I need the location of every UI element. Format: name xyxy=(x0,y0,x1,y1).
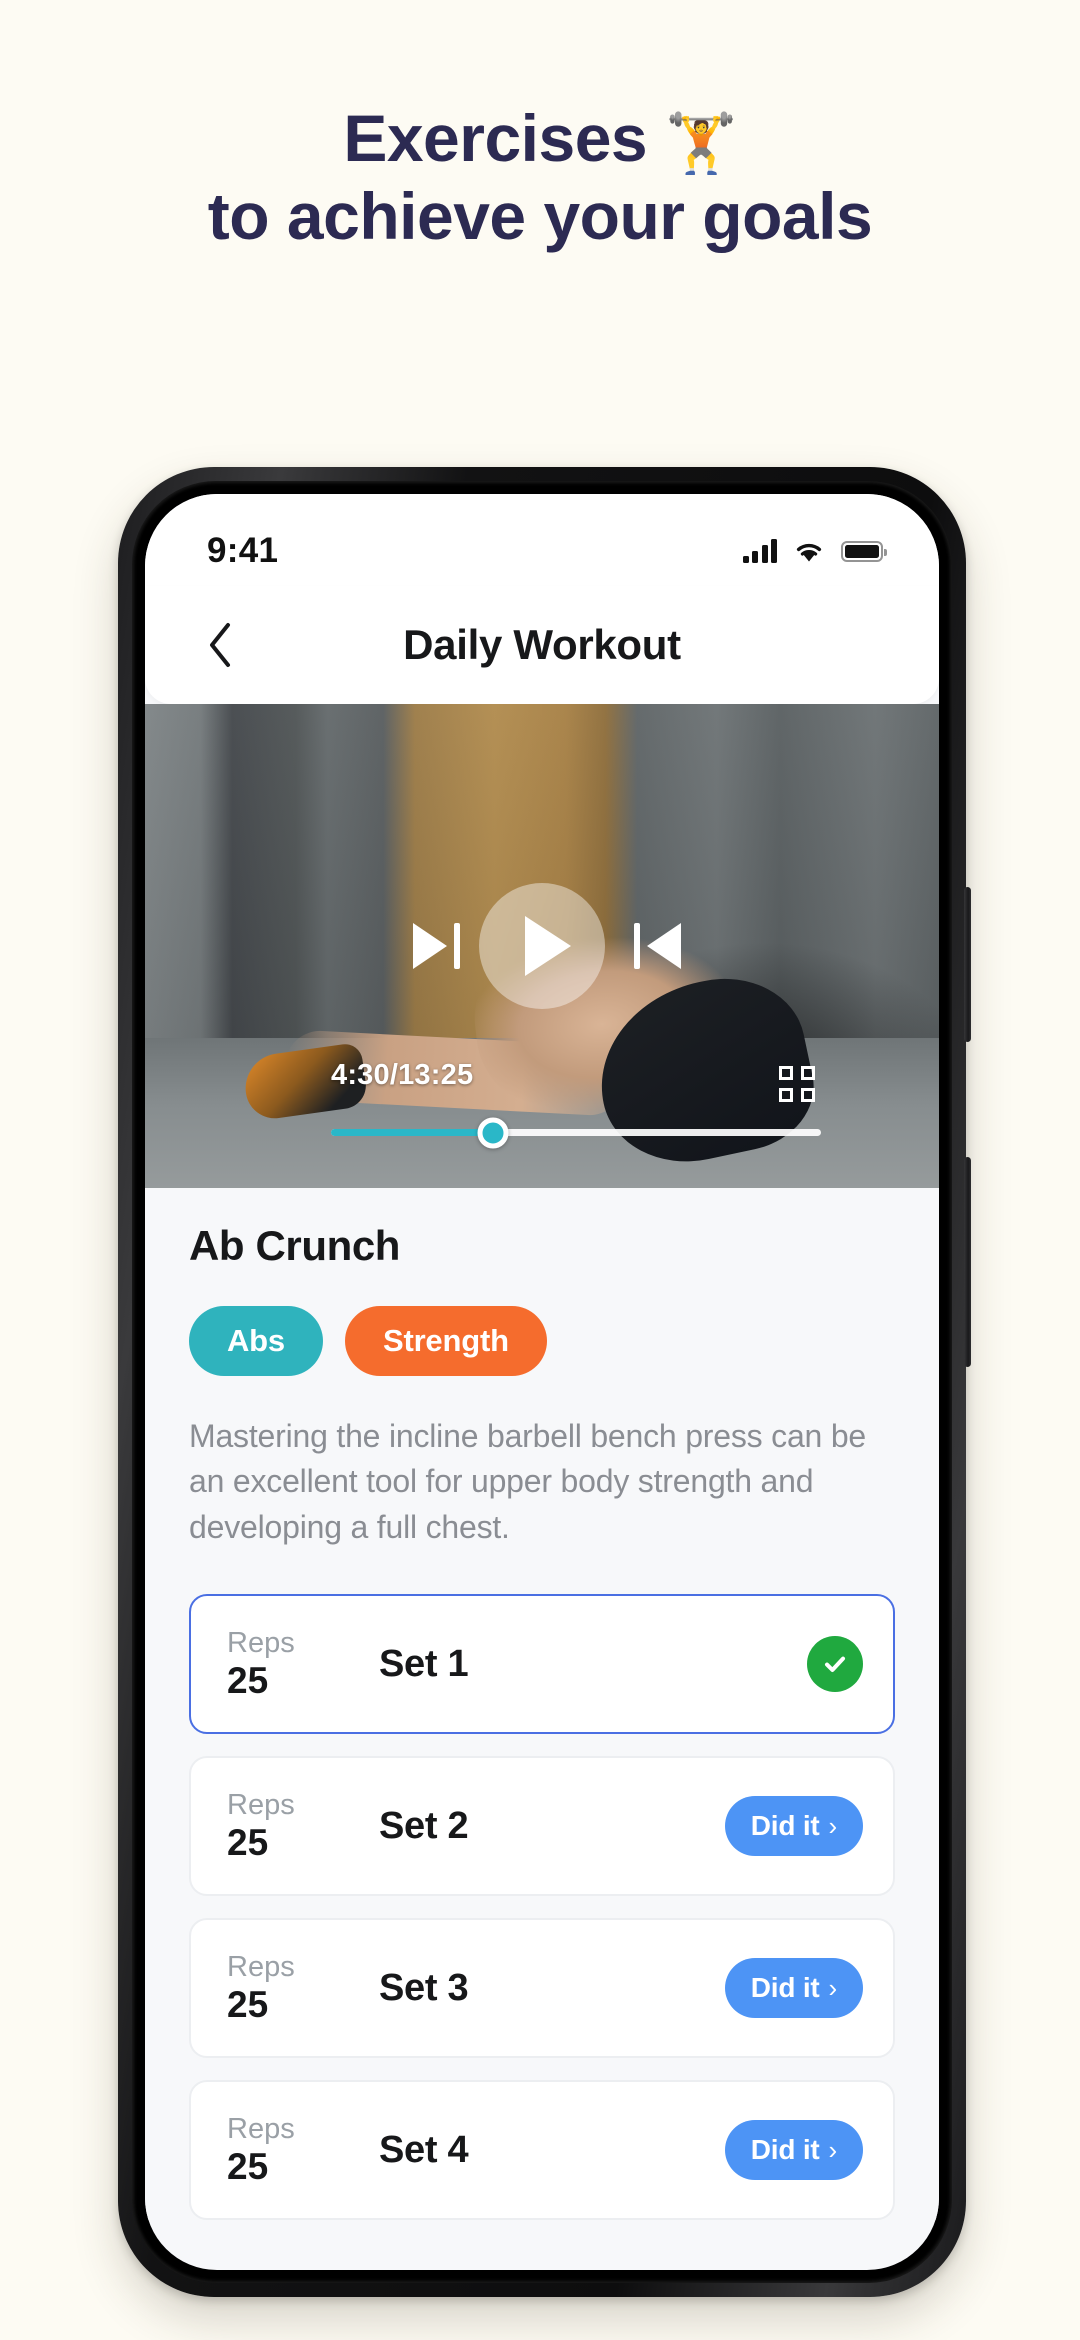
power-button[interactable] xyxy=(964,1157,971,1367)
set-name: Set 4 xyxy=(379,2128,469,2171)
reps-label: Reps xyxy=(227,2112,295,2145)
volume-button[interactable] xyxy=(964,887,971,1042)
chevron-left-icon xyxy=(210,623,230,667)
reps-value: 25 xyxy=(227,1660,269,1702)
exercise-title: Ab Crunch xyxy=(189,1222,401,1269)
did-it-label: Did it xyxy=(750,1810,820,1842)
wifi-icon xyxy=(796,543,822,561)
set-name: Set 2 xyxy=(379,1804,469,1847)
video-timecode: 4:30/13:25 xyxy=(331,1059,474,1091)
exercise-description: Mastering the incline barbell bench pres… xyxy=(189,1418,867,1545)
did-it-label: Did it xyxy=(750,2134,820,2166)
table-row[interactable]: Reps 25 Set 4 Did it › xyxy=(189,2080,895,2221)
check-circle-icon xyxy=(807,1636,863,1693)
exercise-tags: Abs Strength xyxy=(189,1306,895,1376)
exercise-detail: Ab Crunch Abs Strength Mastering the inc… xyxy=(145,1188,939,2221)
did-it-button[interactable]: Did it › xyxy=(724,1958,863,2019)
promo-headline-text-1: Exercises xyxy=(343,101,648,175)
did-it-button[interactable]: Did it › xyxy=(724,1796,863,1857)
phone-device-frame: 9:41 Daily Workout 4:30/13:25 Ab Crunch … xyxy=(118,467,971,2297)
promo-headline-line-2: to achieve your goals xyxy=(207,179,873,254)
reps-label: Reps xyxy=(227,1626,295,1659)
table-row[interactable]: Reps 25 Set 3 Did it › xyxy=(189,1918,895,2059)
signal-bars-icon xyxy=(742,539,777,563)
play-button[interactable] xyxy=(479,883,605,1009)
status-bar: 9:41 xyxy=(145,494,939,586)
tag-abs[interactable]: Abs xyxy=(189,1306,323,1376)
skip-forward-icon[interactable] xyxy=(413,923,460,969)
reps-group: Reps 25 xyxy=(227,1950,345,2026)
table-row[interactable]: Reps 25 Set 2 Did it › xyxy=(189,1756,895,1897)
promo-headline-line-1: Exercises 🏋️ xyxy=(0,100,1080,178)
set-name: Set 1 xyxy=(379,1642,469,1685)
status-time: 9:41 xyxy=(207,531,279,570)
play-icon xyxy=(525,916,571,976)
weightlifter-icon: 🏋️ xyxy=(664,111,737,176)
fullscreen-icon[interactable] xyxy=(779,1066,815,1102)
battery-full-icon xyxy=(841,540,887,562)
chevron-right-icon: › xyxy=(828,1810,838,1841)
video-progress-knob[interactable] xyxy=(477,1117,509,1148)
table-row[interactable]: Reps 25 Set 1 xyxy=(189,1594,895,1735)
reps-label: Reps xyxy=(227,1950,295,1983)
reps-group: Reps 25 xyxy=(227,1626,345,1702)
reps-value: 25 xyxy=(227,1822,269,1864)
reps-value: 25 xyxy=(227,1984,269,2026)
video-progress-bar[interactable] xyxy=(331,1117,821,1148)
sets-list: Reps 25 Set 1 Reps 25 Set 2 Did it › Rep… xyxy=(189,1594,895,2221)
status-icons xyxy=(742,539,887,563)
skip-back-icon[interactable] xyxy=(634,923,681,969)
nav-bar: Daily Workout xyxy=(145,586,939,704)
reps-group: Reps 25 xyxy=(227,1788,345,1864)
chevron-right-icon: › xyxy=(828,2134,838,2165)
did-it-button[interactable]: Did it › xyxy=(724,2120,863,2181)
tag-strength[interactable]: Strength xyxy=(344,1306,547,1376)
back-button[interactable] xyxy=(185,610,255,680)
video-progress-fill xyxy=(331,1129,493,1136)
video-player[interactable]: 4:30/13:25 xyxy=(145,704,939,1188)
reps-label: Reps xyxy=(227,1788,295,1821)
page-title: Daily Workout xyxy=(403,621,681,668)
phone-screen: 9:41 Daily Workout 4:30/13:25 Ab Crunch … xyxy=(145,494,939,2270)
reps-value: 25 xyxy=(227,2146,269,2188)
promo-headline: Exercises 🏋️ to achieve your goals xyxy=(0,100,1080,256)
set-name: Set 3 xyxy=(379,1966,469,2009)
reps-group: Reps 25 xyxy=(227,2112,345,2188)
chevron-right-icon: › xyxy=(828,1972,838,2003)
phone-bezel: 9:41 Daily Workout 4:30/13:25 Ab Crunch … xyxy=(132,481,952,2283)
did-it-label: Did it xyxy=(750,1972,820,2004)
